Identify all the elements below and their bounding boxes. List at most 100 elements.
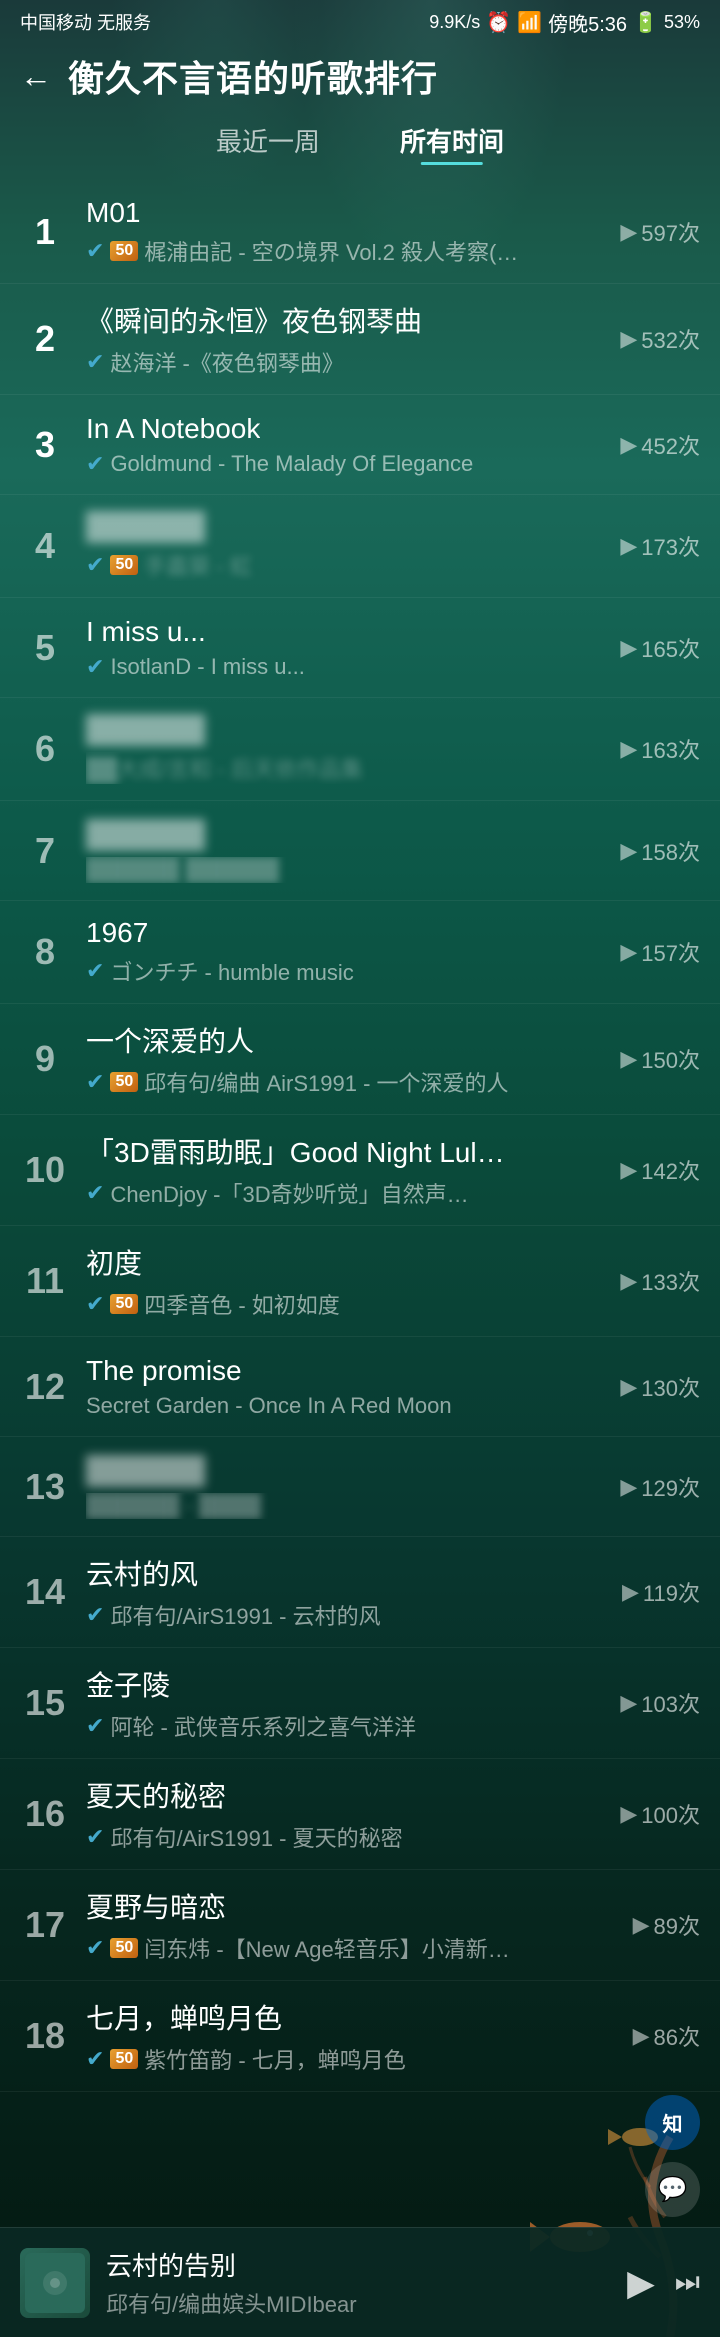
play-count-text: 163次 <box>641 733 700 765</box>
bottom-controls[interactable]: ▶ ⏭ <box>627 2262 700 2304</box>
comment-icon[interactable]: 💬 <box>645 2162 700 2217</box>
song-subtitle: ✔Goldmund - The Malady Of Elegance <box>86 451 620 477</box>
list-item[interactable]: 10「3D雷雨助眠」Good Night Lullaby✔ChenDjoy -「… <box>0 1115 720 1226</box>
tab-recent[interactable]: 最近一周 <box>216 122 320 165</box>
bottom-song-artist: 邱有句/编曲嫔头MIDIbear <box>106 2287 611 2319</box>
list-item[interactable]: 81967✔ゴンチチ - humble music▶157次 <box>0 901 720 1004</box>
play-count-icon: ▶ <box>620 1474 637 1500</box>
play-count: ▶157次 <box>620 936 700 968</box>
list-item[interactable]: 12The promiseSecret Garden - Once In A R… <box>0 1337 720 1437</box>
play-count-icon: ▶ <box>633 2023 650 2049</box>
play-count-icon: ▶ <box>620 1157 637 1183</box>
battery-icon: 🔋 <box>633 10 658 35</box>
song-title-row: ██████ <box>86 511 620 543</box>
list-item[interactable]: 6████████大成/言和 - 后天依作品集▶163次 <box>0 698 720 801</box>
play-count-icon: ▶ <box>620 939 637 965</box>
song-subtitle: ✔IsotlanD - I miss u... <box>86 654 620 680</box>
list-item[interactable]: 5I miss u...✔IsotlanD - I miss u...▶165次 <box>0 598 720 698</box>
song-title: ██████ <box>86 714 205 746</box>
play-count-icon: ▶ <box>620 736 637 762</box>
play-count-icon: ▶ <box>620 1801 637 1827</box>
status-bar: 中国移动 无服务 9.9K/s ⏰ 📶 傍晚5:36 🔋 53% <box>0 0 720 40</box>
song-rank: 15 <box>20 1682 70 1724</box>
song-rank: 5 <box>20 627 70 669</box>
song-title-row: I miss u... <box>86 616 620 648</box>
play-count-text: 103次 <box>641 1687 700 1719</box>
artist-album-text: 赵海洋 -《夜色钢琴曲》 <box>110 346 343 378</box>
next-button[interactable]: ⏭ <box>675 2266 700 2299</box>
carrier-text: 中国移动 无服务 <box>20 9 151 35</box>
artist-album-text: 四季音色 - 如初如度 <box>144 1288 340 1320</box>
song-rank: 7 <box>20 830 70 872</box>
list-item[interactable]: 11初度✔50四季音色 - 如初如度▶133次 <box>0 1226 720 1337</box>
bottom-song-info: 云村的告别 邱有句/编曲嫔头MIDIbear <box>106 2246 611 2319</box>
zhihu-icon[interactable]: 知 <box>645 2095 700 2150</box>
song-title-row: ██████ <box>86 1455 620 1487</box>
artist-album-text: Goldmund - The Malady Of Elegance <box>110 451 473 477</box>
song-title: 1967 <box>86 917 148 949</box>
song-info: 七月，蝉鸣月色 ✔50紫竹笛韵 - 七月，蝉鸣月色 <box>86 1997 633 2075</box>
song-subtitle: ✔50四季音色 - 如初如度 <box>86 1288 620 1320</box>
list-item[interactable]: 7 ████████████ ██████▶158次 <box>0 801 720 901</box>
artist-album-text: Secret Garden - Once In A Red Moon <box>86 1393 452 1419</box>
song-title: 初度 <box>86 1242 142 1282</box>
list-item[interactable]: 9一个深爱的人✔50邱有句/编曲 AirS1991 - 一个深爱的人▶150次 <box>0 1004 720 1115</box>
song-title-row: 初度 <box>86 1242 620 1282</box>
play-count-icon: ▶ <box>620 533 637 559</box>
tab-all[interactable]: 所有时间 <box>400 122 504 165</box>
list-item[interactable]: 16夏天的秘密✔邱有句/AirS1991 - 夏天的秘密▶100次 <box>0 1759 720 1870</box>
song-title: 金子陵 <box>86 1664 170 1704</box>
verified-icon: ✔ <box>86 958 104 984</box>
list-item[interactable]: 18七月，蝉鸣月色✔50紫竹笛韵 - 七月，蝉鸣月色▶86次 <box>0 1981 720 2092</box>
song-title: The promise <box>86 1355 242 1387</box>
song-subtitle: ✔50紫竹笛韵 - 七月，蝉鸣月色 <box>86 2043 633 2075</box>
song-subtitle: ✔阿轮 - 武侠音乐系列之喜气洋洋 <box>86 1710 620 1742</box>
back-button[interactable]: ← <box>20 60 52 92</box>
list-item[interactable]: 2《瞬间的永恒》夜色钢琴曲✔赵海洋 -《夜色钢琴曲》▶532次 <box>0 284 720 395</box>
verified-icon: ✔ <box>86 654 104 680</box>
play-count-text: 133次 <box>641 1265 700 1297</box>
song-rank: 13 <box>20 1466 70 1508</box>
list-item[interactable]: 13████████████ - ████▶129次 <box>0 1437 720 1537</box>
battery-percent: 53% <box>664 12 700 33</box>
list-item[interactable]: 14云村的风✔邱有句/AirS1991 - 云村的风▶119次 <box>0 1537 720 1648</box>
artist-album-text: 手嘉葵 - 虹 <box>144 549 252 581</box>
song-info: 夏天的秘密✔邱有句/AirS1991 - 夏天的秘密 <box>86 1775 620 1853</box>
song-title: ██████ <box>86 511 205 543</box>
song-subtitle: Secret Garden - Once In A Red Moon <box>86 1393 620 1419</box>
song-title: M01 <box>86 197 140 229</box>
play-count-text: 532次 <box>641 323 700 355</box>
list-item[interactable]: 17夏野与暗恋✔50闫东炜 -【New Age轻音乐】小清新与小情…▶89次 <box>0 1870 720 1981</box>
song-title: I miss u... <box>86 616 206 648</box>
song-rank: 6 <box>20 728 70 770</box>
verified-icon: ✔ <box>86 1713 104 1739</box>
social-icons: 知 💬 <box>645 2095 700 2217</box>
song-rank: 9 <box>20 1038 70 1080</box>
list-item[interactable]: 15 金子陵 ✔阿轮 - 武侠音乐系列之喜气洋洋▶103次 <box>0 1648 720 1759</box>
song-title-row: ██████ <box>86 714 620 746</box>
artist-album-text: 邱有句/AirS1991 - 云村的风 <box>110 1599 380 1631</box>
list-item[interactable]: 3In A Notebook✔Goldmund - The Malady Of … <box>0 395 720 495</box>
song-rank: 11 <box>20 1260 70 1302</box>
vip-badge: 50 <box>110 1294 138 1314</box>
song-rank: 16 <box>20 1793 70 1835</box>
play-button[interactable]: ▶ <box>627 2262 655 2304</box>
bottom-playing-bar: 云村的告别 邱有句/编曲嫔头MIDIbear ▶ ⏭ <box>0 2227 720 2337</box>
song-info: ████████████ ██████ <box>86 819 620 883</box>
verified-icon: ✔ <box>86 238 104 264</box>
verified-icon: ✔ <box>86 2046 104 2072</box>
play-count: ▶142次 <box>620 1154 700 1186</box>
song-title: 七月，蝉鸣月色 <box>86 1997 282 2037</box>
song-title-row: 一个深爱的人 <box>86 1020 620 1060</box>
play-count-text: 165次 <box>641 632 700 664</box>
signal-icon: 📶 <box>517 10 542 35</box>
list-item[interactable]: 1M01✔50梶浦由記 - 空の境界 Vol.2 殺人考察(前)▶597次 <box>0 181 720 284</box>
play-count-icon: ▶ <box>633 1912 650 1938</box>
play-count: ▶103次 <box>620 1687 700 1719</box>
play-count: ▶158次 <box>620 835 700 867</box>
song-title-row: 《瞬间的永恒》夜色钢琴曲 <box>86 300 620 340</box>
verified-icon: ✔ <box>86 1180 104 1206</box>
song-rank: 4 <box>20 525 70 567</box>
verified-icon: ✔ <box>86 552 104 578</box>
list-item[interactable]: 4██████✔50手嘉葵 - 虹▶173次 <box>0 495 720 598</box>
